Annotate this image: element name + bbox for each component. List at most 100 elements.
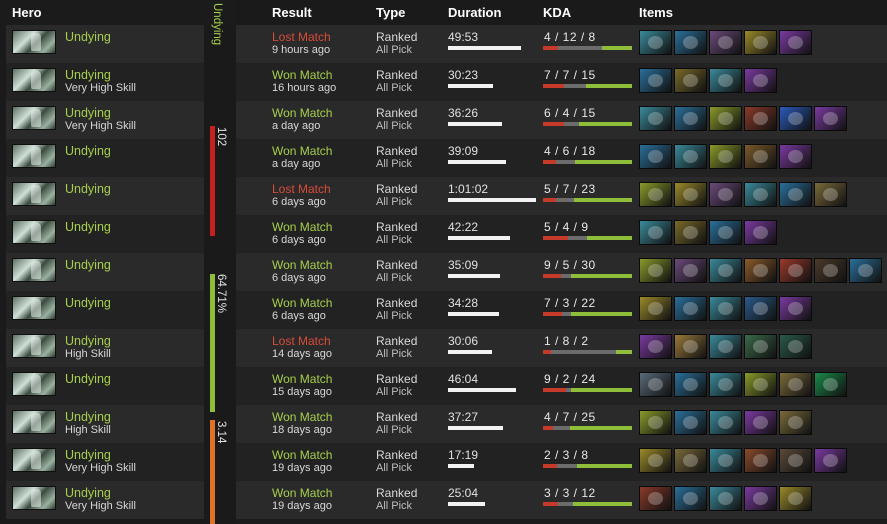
- match-result-link[interactable]: Won Match: [272, 372, 332, 386]
- match-row[interactable]: Won Match 15 days ago Ranked All Pick 46:04 9…: [236, 367, 887, 405]
- item-icon[interactable]: [639, 182, 672, 207]
- match-row[interactable]: Won Match a day ago Ranked All Pick 39:09 4 /…: [236, 139, 887, 177]
- item-icon[interactable]: [709, 144, 742, 169]
- hero-name[interactable]: Undying: [65, 296, 111, 310]
- item-icon[interactable]: [814, 106, 847, 131]
- item-icon[interactable]: [779, 258, 812, 283]
- item-icon[interactable]: [779, 106, 812, 131]
- match-result-link[interactable]: Lost Match: [272, 182, 331, 196]
- item-icon[interactable]: [674, 372, 707, 397]
- header-result[interactable]: Result: [272, 5, 312, 20]
- hero-row[interactable]: Undying: [6, 25, 204, 63]
- hero-name[interactable]: Undying: [65, 30, 111, 44]
- hero-name[interactable]: Undying: [65, 372, 111, 386]
- item-icon[interactable]: [744, 144, 777, 169]
- match-row[interactable]: Won Match a day ago Ranked All Pick 36:26 6 /…: [236, 101, 887, 139]
- item-icon[interactable]: [674, 258, 707, 283]
- item-icon[interactable]: [639, 410, 672, 435]
- item-icon[interactable]: [639, 106, 672, 131]
- match-result-link[interactable]: Won Match: [272, 144, 332, 158]
- item-icon[interactable]: [814, 258, 847, 283]
- item-icon[interactable]: [674, 220, 707, 245]
- item-icon[interactable]: [674, 144, 707, 169]
- hero-name[interactable]: Undying: [65, 486, 111, 500]
- match-row[interactable]: Won Match 19 days ago Ranked All Pick 25:04 3…: [236, 481, 887, 519]
- hero-row[interactable]: Undying: [6, 139, 204, 177]
- match-result-link[interactable]: Won Match: [272, 106, 332, 120]
- match-result-link[interactable]: Won Match: [272, 410, 332, 424]
- item-icon[interactable]: [744, 220, 777, 245]
- item-icon[interactable]: [744, 68, 777, 93]
- item-icon[interactable]: [639, 258, 672, 283]
- item-icon[interactable]: [849, 258, 882, 283]
- item-icon[interactable]: [744, 296, 777, 321]
- match-row[interactable]: Won Match 16 hours ago Ranked All Pick 30:23…: [236, 63, 887, 101]
- item-icon[interactable]: [779, 296, 812, 321]
- item-icon[interactable]: [674, 30, 707, 55]
- item-icon[interactable]: [674, 182, 707, 207]
- item-icon[interactable]: [779, 372, 812, 397]
- item-icon[interactable]: [744, 410, 777, 435]
- hero-name[interactable]: Undying: [65, 258, 111, 272]
- item-icon[interactable]: [639, 68, 672, 93]
- item-icon[interactable]: [709, 334, 742, 359]
- item-icon[interactable]: [779, 144, 812, 169]
- item-icon[interactable]: [779, 448, 812, 473]
- header-type[interactable]: Type: [376, 5, 405, 20]
- match-result-link[interactable]: Lost Match: [272, 30, 331, 44]
- item-icon[interactable]: [674, 296, 707, 321]
- match-row[interactable]: Lost Match 9 hours ago Ranked All Pick 49:53…: [236, 25, 887, 63]
- item-icon[interactable]: [744, 106, 777, 131]
- item-icon[interactable]: [639, 334, 672, 359]
- item-icon[interactable]: [779, 182, 812, 207]
- item-icon[interactable]: [709, 68, 742, 93]
- hero-row[interactable]: Undying High Skill: [6, 405, 204, 443]
- item-icon[interactable]: [709, 372, 742, 397]
- item-icon[interactable]: [639, 144, 672, 169]
- item-icon[interactable]: [674, 486, 707, 511]
- item-icon[interactable]: [639, 448, 672, 473]
- item-icon[interactable]: [744, 258, 777, 283]
- hero-name[interactable]: Undying: [65, 144, 111, 158]
- match-result-link[interactable]: Lost Match: [272, 334, 331, 348]
- item-icon[interactable]: [639, 372, 672, 397]
- item-icon[interactable]: [709, 106, 742, 131]
- match-row[interactable]: Won Match 6 days ago Ranked All Pick 35:09 9 …: [236, 253, 887, 291]
- item-icon[interactable]: [814, 372, 847, 397]
- item-icon[interactable]: [709, 410, 742, 435]
- match-result-link[interactable]: Won Match: [272, 68, 332, 82]
- match-row[interactable]: Won Match 19 days ago Ranked All Pick 17:19 2…: [236, 443, 887, 481]
- item-icon[interactable]: [709, 296, 742, 321]
- item-icon[interactable]: [639, 486, 672, 511]
- header-duration[interactable]: Duration: [448, 5, 501, 20]
- item-icon[interactable]: [639, 30, 672, 55]
- item-icon[interactable]: [744, 486, 777, 511]
- match-result-link[interactable]: Won Match: [272, 258, 332, 272]
- item-icon[interactable]: [709, 30, 742, 55]
- item-icon[interactable]: [814, 182, 847, 207]
- hero-row[interactable]: Undying Very High Skill: [6, 101, 204, 139]
- hero-row[interactable]: Undying: [6, 253, 204, 291]
- match-result-link[interactable]: Won Match: [272, 486, 332, 500]
- match-row[interactable]: Lost Match 6 days ago Ranked All Pick 1:01:0…: [236, 177, 887, 215]
- hero-row[interactable]: Undying: [6, 215, 204, 253]
- hero-row[interactable]: Undying High Skill: [6, 329, 204, 367]
- item-icon[interactable]: [674, 334, 707, 359]
- item-icon[interactable]: [779, 30, 812, 55]
- hero-row[interactable]: Undying: [6, 291, 204, 329]
- match-result-link[interactable]: Won Match: [272, 448, 332, 462]
- item-icon[interactable]: [779, 486, 812, 511]
- item-icon[interactable]: [744, 372, 777, 397]
- item-icon[interactable]: [674, 68, 707, 93]
- match-row[interactable]: Won Match 18 days ago Ranked All Pick 37:27 4…: [236, 405, 887, 443]
- match-row[interactable]: Won Match 6 days ago Ranked All Pick 34:28 7 …: [236, 291, 887, 329]
- item-icon[interactable]: [709, 448, 742, 473]
- item-icon[interactable]: [709, 258, 742, 283]
- item-icon[interactable]: [744, 334, 777, 359]
- hero-name[interactable]: Undying: [65, 68, 111, 82]
- hero-row[interactable]: Undying: [6, 177, 204, 215]
- item-icon[interactable]: [814, 448, 847, 473]
- hero-name[interactable]: Undying: [65, 410, 111, 424]
- item-icon[interactable]: [744, 182, 777, 207]
- item-icon[interactable]: [674, 410, 707, 435]
